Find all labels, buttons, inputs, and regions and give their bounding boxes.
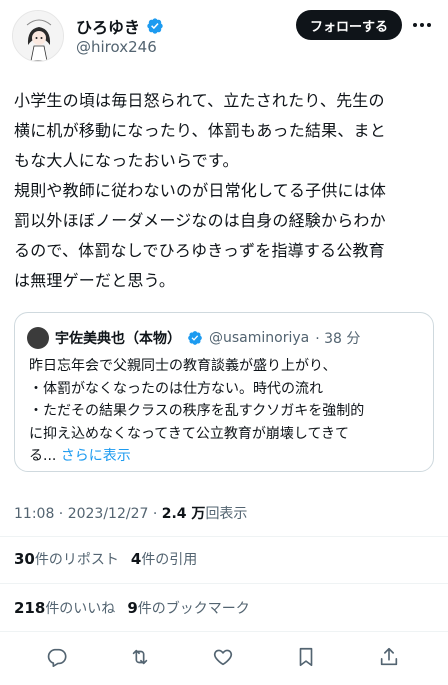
- reposts-link[interactable]: 30件のリポスト: [14, 550, 119, 568]
- divider: [0, 536, 448, 537]
- tweet-line: 小学生の頃は毎日怒られて、立たされたり、先生の: [14, 91, 385, 110]
- divider: [0, 631, 448, 632]
- quote-line: る...: [29, 448, 57, 464]
- tweet-line: 罰以外ほぼノーダメージなのは自身の経験からわか: [14, 211, 386, 230]
- repost-stats: 30件のリポスト 4件の引用: [14, 549, 197, 569]
- action-bar: [0, 638, 448, 674]
- quoted-tweet[interactable]: 宇佐美典也（本物） @usaminoriya · 38 分 昨日忘年会で父親同士…: [14, 312, 434, 472]
- reposts-label: 件のリポスト: [34, 552, 119, 568]
- repost-icon[interactable]: [127, 644, 153, 670]
- more-icon[interactable]: [410, 14, 434, 36]
- views-label: 回表示: [205, 506, 248, 522]
- reply-icon[interactable]: [44, 644, 70, 670]
- tweet-line: は無理ゲーだと思う。: [14, 271, 176, 290]
- tweet-line: 横に机が移動になったり、体罰もあった結果、まと: [14, 121, 386, 140]
- quote-display-name: 宇佐美典也（本物）: [55, 331, 181, 347]
- quote-time: · 38 分: [315, 331, 361, 347]
- bookmarks-count: 9: [127, 599, 138, 617]
- quote-line: に抑え込めなくなってきて公立教育が崩壊してきて: [29, 425, 350, 442]
- tweet-meta: 11:08 · 2023/12/27 · 2.4 万回表示: [14, 503, 247, 523]
- reposts-count: 30: [14, 550, 35, 568]
- quote-avatar: [27, 327, 49, 349]
- verified-badge-icon: [147, 18, 163, 34]
- likes-count: 218: [14, 599, 46, 617]
- verified-badge-icon: [188, 331, 202, 345]
- divider: [0, 583, 448, 584]
- quote-text: 昨日忘年会で父親同士の教育談義が盛り上がり、 ・体罰がなくなったのは仕方ない。時…: [29, 355, 425, 468]
- quote-line: ・ただその結果クラスの秩序を乱すクソガキを強制的: [29, 403, 365, 419]
- quotes-label: 件の引用: [141, 552, 198, 568]
- share-icon[interactable]: [376, 644, 402, 670]
- follow-button[interactable]: フォローする: [295, 10, 402, 40]
- tweet-line: るので、体罰なしでひろゆきっずを指導する公教育: [14, 241, 385, 260]
- like-stats: 218件のいいね 9件のブックマーク: [14, 598, 250, 618]
- like-icon[interactable]: [210, 644, 236, 670]
- avatar[interactable]: [12, 10, 64, 62]
- quote-line: 昨日忘年会で父親同士の教育談義が盛り上がり、: [29, 358, 337, 374]
- quote-line: ・体罰がなくなったのは仕方ない。時代の流れ: [29, 380, 323, 397]
- quote-handle: @usaminoriya: [209, 330, 310, 346]
- tweet-line: 規則や教師に従わないのが日常化してる子供には体: [14, 181, 387, 200]
- views-count: 2.4 万: [161, 506, 206, 522]
- tweet-line: もな大人になったおいらです。: [14, 151, 239, 170]
- quote-header: 宇佐美典也（本物） @usaminoriya · 38 分: [27, 327, 360, 349]
- tweet-timestamp[interactable]: 11:08 · 2023/12/27 ·: [14, 506, 162, 522]
- name-row: ひろゆき: [76, 14, 164, 38]
- bookmark-icon[interactable]: [293, 644, 319, 670]
- quotes-link[interactable]: 4件の引用: [130, 550, 198, 568]
- bookmarks-label: 件のブックマーク: [137, 601, 250, 617]
- quotes-count: 4: [130, 550, 142, 568]
- likes-label: 件のいいね: [45, 601, 116, 617]
- bookmarks-link[interactable]: 9件のブックマーク: [127, 599, 250, 617]
- quote-last-line: る... さらに表示: [29, 445, 425, 468]
- user-handle[interactable]: @hirox246: [76, 38, 157, 56]
- likes-link[interactable]: 218件のいいね: [14, 599, 116, 617]
- show-more-link[interactable]: さらに表示: [61, 448, 131, 464]
- tweet-header: ひろゆき @hirox246 フォローする: [12, 10, 436, 66]
- avatar-illustration: [13, 11, 63, 61]
- tweet-text: 小学生の頃は毎日怒られて、立たされたり、先生の 横に机が移動になったり、体罰もあ…: [14, 86, 434, 296]
- display-name[interactable]: ひろゆき: [76, 14, 140, 38]
